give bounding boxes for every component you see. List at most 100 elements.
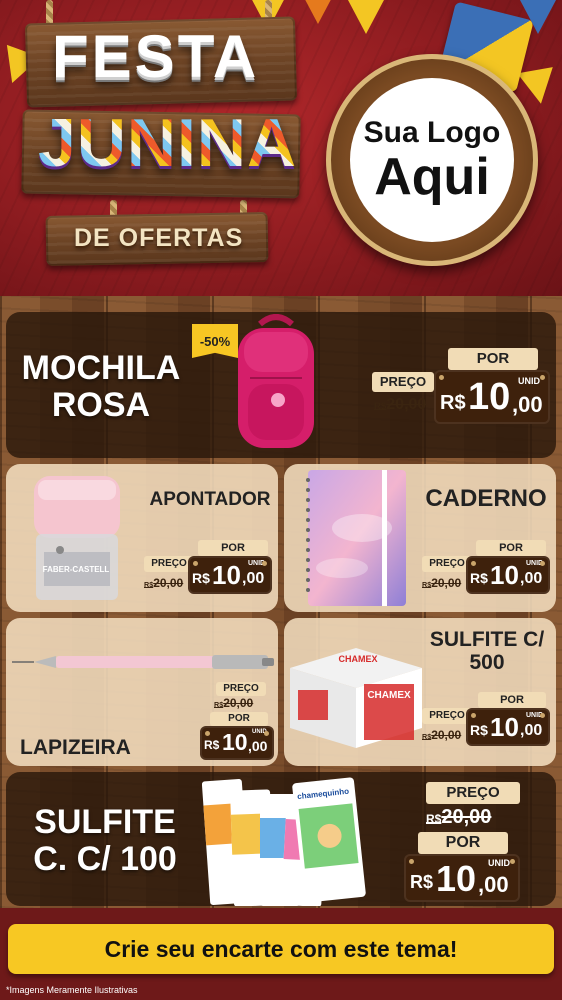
title-line: SULFITE C/ — [429, 628, 545, 651]
por-label: POR — [476, 540, 546, 556]
price-integer: 10 — [436, 858, 477, 899]
product-title: LAPIZEIRA — [20, 736, 131, 759]
price-decimal: ,00 — [512, 392, 543, 417]
old-price: R$20,00 — [374, 396, 426, 414]
discount-badge: -50% — [192, 324, 238, 358]
svg-text:FABER-CASTELL: FABER-CASTELL — [43, 565, 110, 574]
old-value: 20,00 — [386, 396, 427, 413]
old-price: R$20,00 — [144, 576, 183, 590]
por-label: POR — [210, 712, 268, 726]
unit-label: UNID — [526, 560, 544, 567]
price-decimal: ,00 — [242, 570, 265, 587]
product-card-caderno[interactable]: CADERNO PREÇO R$20,00 POR R$ 10 ,00 UNID — [284, 464, 556, 612]
currency: R$ — [204, 738, 220, 752]
old-currency: R$ — [144, 580, 154, 589]
subtitle: DE OFERTAS — [74, 224, 244, 252]
svg-text:CHAMEX: CHAMEX — [367, 690, 411, 701]
product-card-mochila[interactable]: MOCHILA ROSA PREÇO R$20,00 POR R$ 10 ,00… — [6, 312, 556, 458]
old-price: R$20,00 — [214, 696, 253, 710]
old-value: 20,00 — [153, 576, 184, 590]
unit-label: UNID — [518, 376, 540, 386]
logo-inner: Sua Logo Aqui — [350, 78, 514, 242]
title-line: MOCHILA — [21, 349, 181, 387]
notebook-image — [306, 470, 406, 606]
cta-button[interactable]: Crie seu encarte com este tema! — [8, 924, 554, 974]
preco-label: PREÇO — [422, 708, 472, 724]
mechanical-pencil-image — [12, 655, 274, 669]
old-currency: R$ — [426, 812, 442, 826]
unit-label: UNID — [488, 858, 510, 868]
price-integer: 10 — [222, 729, 248, 755]
old-price: R$20,00 — [422, 728, 461, 742]
product-title: SULFITE C. C/ 100 — [10, 803, 200, 879]
product-card-lapizeira[interactable]: LAPIZEIRA PREÇO R$20,00 POR R$ 10 ,00 UN… — [6, 618, 278, 766]
old-value: 20,00 — [441, 806, 492, 828]
price-integer: 10 — [490, 712, 519, 742]
por-label: POR — [478, 692, 546, 708]
price-decimal: ,00 — [520, 722, 543, 739]
old-value: 20,00 — [431, 728, 462, 742]
por-label: POR — [198, 540, 268, 556]
old-currency: R$ — [422, 732, 432, 741]
product-title: MOCHILA ROSA — [10, 349, 192, 425]
paper-box-image: CHAMEX CHAMEX — [290, 648, 422, 748]
new-price: R$ 10 ,00 UNID — [188, 556, 272, 594]
price-decimal: ,00 — [520, 570, 543, 587]
product-card-sulfite500[interactable]: SULFITE C/ 500 CHAMEX CHAMEX PREÇO R$20,… — [284, 618, 556, 766]
old-price: R$20,00 — [426, 806, 491, 829]
title-line: 500 — [469, 651, 505, 675]
product-title: SULFITE C/ 500 — [420, 628, 554, 674]
old-value: 20,00 — [223, 696, 254, 710]
new-price: R$ 10 ,00 UNID — [466, 556, 550, 594]
product-card-apontador[interactable]: APONTADOR FABER-CASTELL PREÇO R$20,00 PO… — [6, 464, 278, 612]
new-price: R$ 10 ,00 UNID — [434, 370, 550, 424]
title-junina: JUNINA — [38, 105, 298, 181]
disclaimer: *Imagens Meramente Ilustrativas — [6, 985, 138, 995]
bunting-flag — [348, 0, 384, 34]
unit-label: UNID — [526, 712, 544, 719]
price-integer: 10 — [212, 560, 241, 590]
old-currency: R$ — [214, 700, 224, 709]
preco-label: PREÇO — [216, 682, 266, 696]
old-currency: R$ — [422, 580, 432, 589]
new-price: R$ 10 ,00 UNID — [200, 726, 274, 760]
product-card-sulfite100[interactable]: SULFITE C. C/ 100 chamequinho PREÇO R$20… — [6, 772, 556, 906]
currency: R$ — [470, 722, 488, 738]
currency: R$ — [440, 392, 466, 414]
bunting-flag — [300, 0, 336, 24]
product-title: CADERNO — [425, 485, 547, 512]
backpack-image — [238, 314, 314, 448]
price-decimal: ,00 — [248, 738, 268, 754]
logo-line2: Aqui — [374, 148, 490, 206]
bunting-flag — [517, 67, 559, 107]
currency: R$ — [410, 872, 434, 892]
price-decimal: ,00 — [478, 872, 509, 897]
unit-label: UNID — [248, 560, 266, 567]
preco-label: PREÇO — [426, 782, 520, 804]
por-label: POR — [418, 832, 508, 854]
product-title: APONTADOR — [149, 489, 271, 510]
new-price: R$ 10 ,00 UNID — [404, 854, 520, 902]
preco-label: PREÇO — [422, 556, 472, 572]
preco-label: PREÇO — [144, 556, 194, 572]
title-line: SULFITE — [34, 803, 176, 841]
old-price: R$20,00 — [422, 576, 461, 590]
price-integer: 10 — [468, 376, 511, 418]
currency: R$ — [192, 570, 210, 586]
por-label: POR — [448, 348, 538, 370]
preco-label: PREÇO — [372, 372, 434, 392]
paper-pads-image: chamequinho — [202, 777, 366, 906]
title-line: ROSA — [51, 386, 151, 425]
header-banner: FESTA JUNINA DE OFERTAS Sua Logo Aqui — [0, 0, 562, 300]
price-integer: 10 — [490, 560, 519, 590]
unit-label: UNID — [252, 729, 267, 735]
sharpener-image: FABER-CASTELL — [34, 476, 120, 600]
currency: R$ — [470, 570, 488, 586]
logo-line1: Sua Logo — [363, 116, 501, 149]
logo-placeholder[interactable]: Sua Logo Aqui — [326, 54, 538, 266]
new-price: R$ 10 ,00 UNID — [466, 708, 550, 746]
old-currency: R$ — [374, 401, 387, 412]
title-line: C. C/ 100 — [33, 840, 177, 879]
svg-text:CHAMEX: CHAMEX — [338, 654, 377, 664]
title-festa: FESTA — [52, 23, 260, 90]
